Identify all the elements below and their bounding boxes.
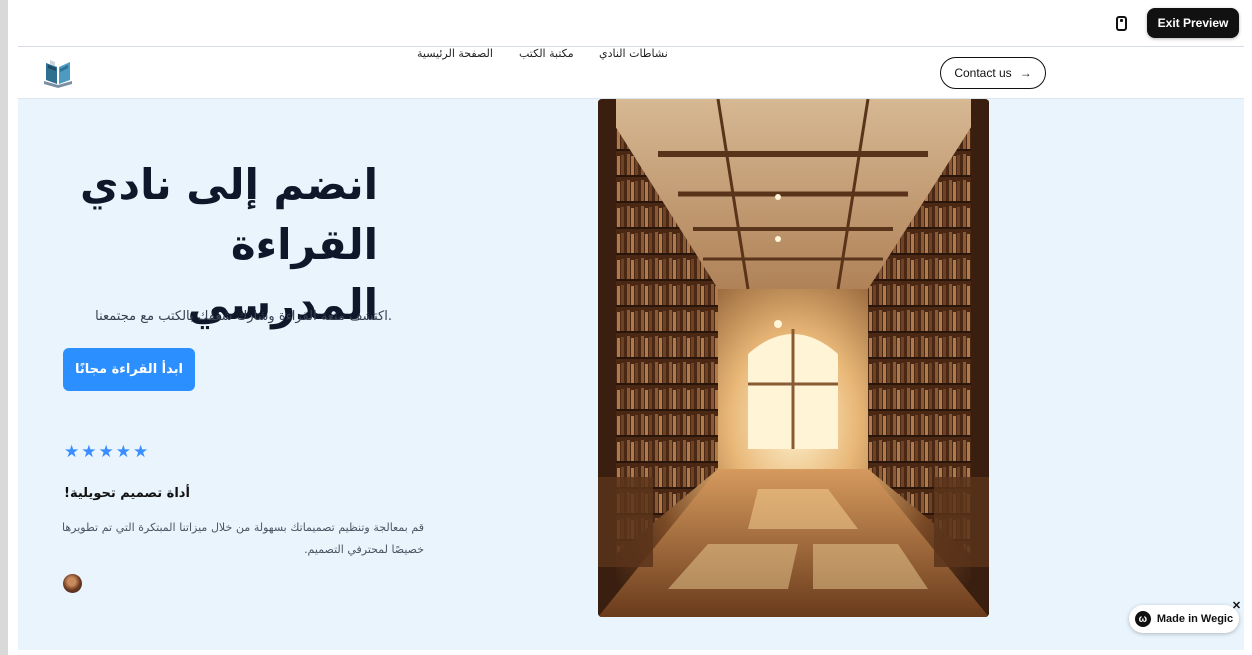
rating-stars: ★ ★ ★ ★ ★ xyxy=(64,443,148,461)
contact-us-label: Contact us xyxy=(954,66,1012,80)
nav-link-activities[interactable]: نشاطات النادي xyxy=(599,47,668,60)
preview-toolbar xyxy=(8,0,1252,46)
review-title: !أداة تصميم تحويلية xyxy=(64,486,190,501)
hero-subtitle: .اكتشف متعة القراءة وشارك شغفك بالكتب مع… xyxy=(95,309,392,324)
contact-us-button[interactable]: Contact us → xyxy=(940,57,1046,89)
wegic-logo-icon: ω xyxy=(1134,611,1151,627)
star-icon: ★ xyxy=(98,442,114,462)
exit-preview-button[interactable]: Exit Preview xyxy=(1147,8,1239,38)
start-reading-button[interactable]: ابدأ القراءة مجانًا xyxy=(63,348,195,391)
website-preview: الصفحة الرئيسية مكتبة الكتب نشاطات الناد… xyxy=(18,46,1244,650)
star-icon: ★ xyxy=(133,442,149,462)
close-icon[interactable]: ✕ xyxy=(1230,600,1243,613)
arrow-right-icon: → xyxy=(1019,66,1032,80)
star-icon: ★ xyxy=(64,442,80,462)
star-icon: ★ xyxy=(81,442,97,462)
hero-title: انضم إلى نادي القراءة المدرسي xyxy=(58,155,378,335)
library-hall-image xyxy=(598,99,989,617)
hero-title-line-1: انضم إلى نادي xyxy=(80,160,378,209)
reviewer-avatar xyxy=(63,574,82,593)
nav-link-library[interactable]: مكتبة الكتب xyxy=(519,47,574,60)
open-book-logo-icon[interactable] xyxy=(38,57,78,91)
review-text: قم بمعالجة وتنظيم تصميماتك بسهولة من خلا… xyxy=(62,521,424,556)
made-in-wegic-badge[interactable]: ω Made in Wegic xyxy=(1129,605,1239,633)
nav-link-home[interactable]: الصفحة الرئيسية xyxy=(417,47,493,60)
mobile-device-icon[interactable] xyxy=(1116,16,1127,31)
star-icon: ★ xyxy=(115,442,131,462)
site-navbar: الصفحة الرئيسية مكتبة الكتب نشاطات الناد… xyxy=(18,47,1244,99)
made-in-wegic-label: Made in Wegic xyxy=(1156,613,1234,625)
left-window-edge xyxy=(0,0,8,655)
